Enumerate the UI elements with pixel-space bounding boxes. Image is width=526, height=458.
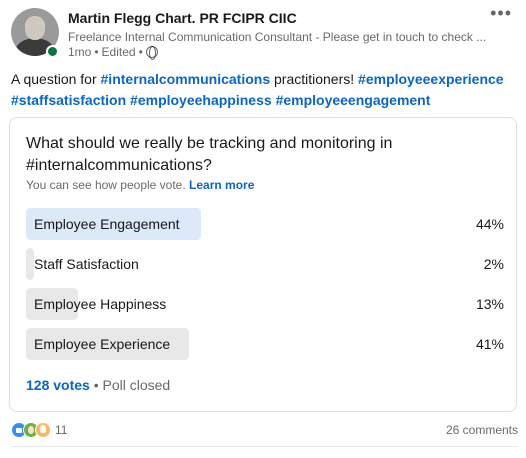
reaction-count: 11 xyxy=(55,423,68,437)
comments-count-link[interactable]: 26 comments xyxy=(446,423,518,437)
post-time: 1mo xyxy=(68,45,92,59)
poll-footer: 128 votes • Poll closed xyxy=(26,377,170,393)
insightful-icon xyxy=(35,422,51,438)
poll-status: Poll closed xyxy=(102,377,171,393)
hashtag-staffsatisfaction[interactable]: #staffsatisfaction xyxy=(11,92,126,108)
post-text: A question for #internalcommunications p… xyxy=(11,69,516,111)
poll-card: What should we really be tracking and mo… xyxy=(9,117,517,412)
poll-option-label: Employee Experience xyxy=(34,336,171,352)
hashtag-employeeengagement[interactable]: #employeeengagement xyxy=(276,92,431,108)
author-name[interactable]: Martin Flegg Chart. PR FCIPR CIIC xyxy=(68,10,297,26)
poll-option: Employee Engagement 44% xyxy=(26,208,504,240)
poll-option-label: Employee Engagement xyxy=(34,216,180,232)
poll-option: Staff Satisfaction 2% xyxy=(26,248,504,280)
reactions-summary[interactable]: 11 xyxy=(11,422,67,438)
globe-icon xyxy=(145,45,158,60)
poll-visibility-text: You can see how people vote. xyxy=(26,178,186,192)
social-counts: 11 26 comments xyxy=(11,422,518,440)
poll-option-percent: 2% xyxy=(483,256,504,272)
meta-separator-2: • xyxy=(138,45,143,59)
hashtag-employeeexperience[interactable]: #employeeexperience xyxy=(358,71,504,87)
meta-separator: • xyxy=(94,45,99,59)
poll-question: What should we really be tracking and mo… xyxy=(26,135,393,174)
poll-option-percent: 44% xyxy=(475,216,504,232)
footer-separator: • xyxy=(93,377,99,393)
post-text-intro: A question for xyxy=(11,71,101,87)
learn-more-link[interactable]: Learn more xyxy=(189,178,254,192)
hashtag-employeehappiness[interactable]: #employeehappiness xyxy=(130,92,272,108)
hashtag-internalcommunications[interactable]: #internalcommunications xyxy=(101,71,271,87)
poll-option: Employee Experience 41% xyxy=(26,328,504,360)
divider xyxy=(11,446,518,447)
author-headline: Freelance Internal Communication Consult… xyxy=(68,30,487,44)
poll-option: Employee Happiness 13% xyxy=(26,288,504,320)
online-status-icon xyxy=(46,45,59,58)
poll-option-label: Employee Happiness xyxy=(34,296,167,312)
avatar-face xyxy=(25,16,45,40)
poll-option-label: Staff Satisfaction xyxy=(34,256,139,272)
post-header: Martin Flegg Chart. PR FCIPR CIIC Freela… xyxy=(11,4,516,64)
poll-visibility-note: You can see how people vote. Learn more xyxy=(26,178,254,192)
poll-option-percent: 13% xyxy=(475,296,504,312)
poll-votes-link[interactable]: 128 votes xyxy=(26,377,90,393)
poll-option-percent: 41% xyxy=(475,336,504,352)
edited-label: Edited xyxy=(101,45,136,59)
poll-option-bar xyxy=(26,248,34,280)
post-text-middle: practitioners! xyxy=(270,71,359,87)
post-meta: 1mo • Edited • xyxy=(68,45,158,60)
more-options-icon[interactable]: ••• xyxy=(490,4,512,22)
